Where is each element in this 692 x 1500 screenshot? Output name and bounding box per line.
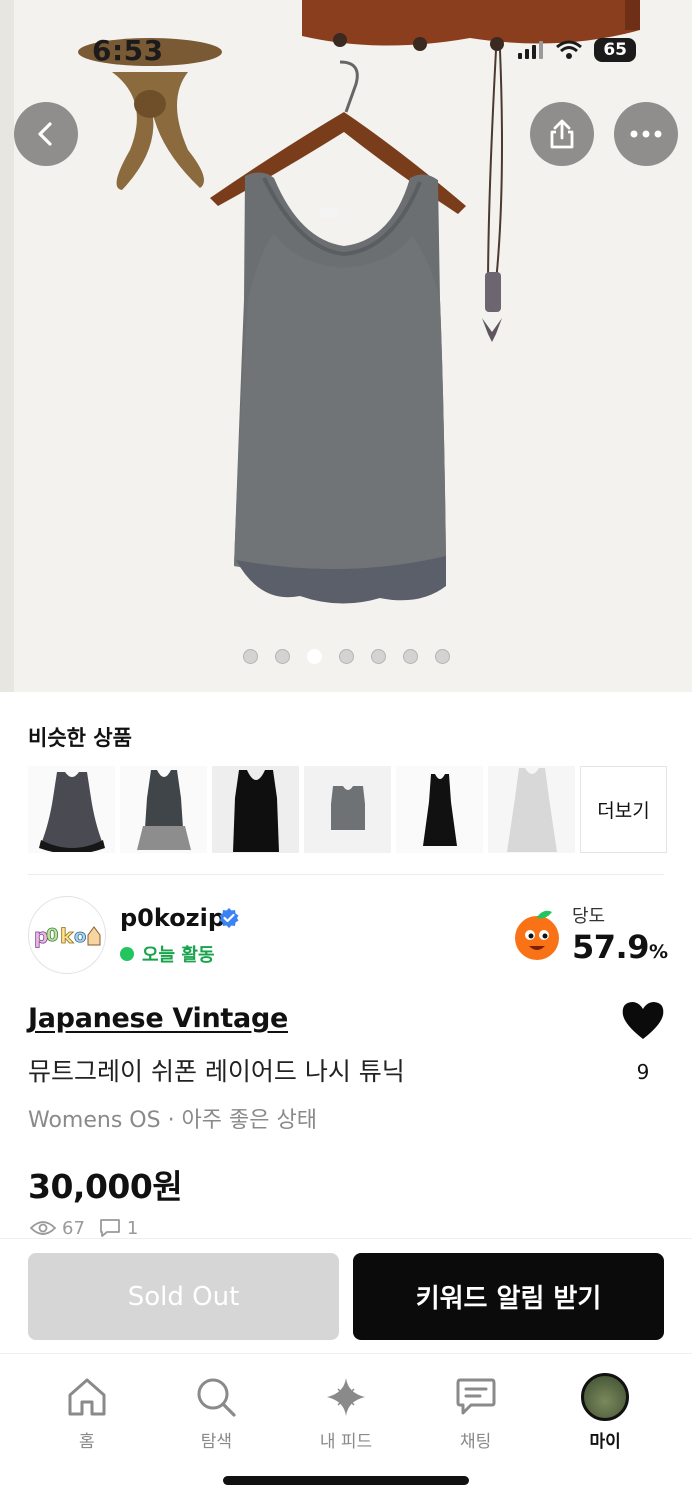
tab-label: 채팅	[459, 1432, 492, 1452]
product-thumbnail	[232, 769, 279, 852]
profile-icon	[581, 1373, 630, 1421]
svg-text:k: k	[60, 924, 74, 948]
sold-out-button[interactable]: Sold Out	[28, 1253, 339, 1340]
tab-label: 홈	[78, 1432, 95, 1452]
similar-item-6[interactable]	[488, 766, 575, 853]
view-count: 67	[62, 1218, 85, 1238]
chevron-left-icon	[38, 122, 52, 146]
product-title: 뮤트그레이 쉬폰 레이어드 나시 튜닉	[28, 1057, 405, 1086]
product-thumbnail	[422, 773, 457, 846]
product-price: 30,000원	[28, 1167, 183, 1206]
similar-products-list: 더보기	[28, 766, 667, 853]
chat-icon	[456, 1378, 496, 1415]
tab-label: 탐색	[200, 1432, 233, 1452]
seller-name[interactable]: p0kozip	[120, 904, 225, 932]
seller-logo: p 0 k o	[34, 924, 101, 948]
seller-activity-label: 오늘 활동	[142, 945, 215, 966]
battery-indicator: 65	[594, 38, 636, 62]
svg-text:0: 0	[46, 925, 59, 946]
sweetness-label: 당도	[572, 906, 606, 927]
home-icon	[68, 1378, 106, 1416]
product-thumbnail	[330, 785, 365, 830]
share-button[interactable]	[530, 102, 594, 166]
share-icon	[550, 119, 574, 149]
similar-item-2[interactable]	[120, 766, 207, 853]
more-options-button[interactable]	[614, 102, 678, 166]
carousel-indicator	[0, 649, 692, 664]
similar-item-1[interactable]	[28, 766, 115, 853]
keyword-alert-button[interactable]: 키워드 알림 받기	[353, 1253, 664, 1340]
search-icon	[197, 1378, 236, 1417]
like-count: 9	[636, 1060, 650, 1084]
wifi-icon	[556, 40, 583, 59]
status-icons: 65	[518, 38, 636, 62]
carousel-dot	[242, 649, 258, 664]
signal-icon	[518, 41, 544, 59]
like-button[interactable]	[620, 1001, 666, 1045]
sweetness-value[interactable]: 57.9%	[572, 928, 668, 966]
comment-icon	[100, 1219, 120, 1237]
carousel-dot	[338, 649, 354, 664]
carousel-dot	[274, 649, 290, 664]
seller-avatar[interactable]: p 0 k o	[28, 896, 106, 974]
back-button[interactable]	[14, 102, 78, 166]
divider	[28, 874, 664, 875]
status-bar: 6:53 65	[0, 0, 692, 100]
sparkle-icon	[326, 1378, 365, 1416]
home-indicator	[223, 1476, 469, 1485]
carousel-dot	[434, 649, 450, 664]
sweetness-unit: %	[648, 941, 668, 963]
product-meta: Womens OS · 아주 좋은 상태	[28, 1108, 317, 1133]
tab-label: 내 피드	[319, 1432, 373, 1452]
product-photo-illustration	[0, 0, 692, 692]
carousel-dot	[306, 649, 322, 664]
product-stats: 67 1	[30, 1218, 138, 1238]
similar-item-4[interactable]	[304, 766, 391, 853]
carousel-dot	[402, 649, 418, 664]
tab-my[interactable]: 마이	[550, 1373, 660, 1500]
eye-icon	[30, 1221, 56, 1235]
product-thumbnail	[38, 771, 105, 852]
sweetness-number: 57.9	[572, 928, 649, 966]
product-photo[interactable]: 6:53 65	[0, 0, 692, 692]
similar-products-title: 비슷한 상품	[28, 726, 132, 750]
status-time: 6:53	[92, 34, 164, 67]
more-horizontal-icon	[630, 130, 662, 138]
product-thumbnail	[136, 769, 191, 850]
carousel-dot	[370, 649, 386, 664]
comment-count: 1	[126, 1218, 139, 1238]
product-thumbnail	[506, 767, 557, 852]
similar-item-5[interactable]	[396, 766, 483, 853]
action-bar: Sold Out 키워드 알림 받기	[0, 1238, 692, 1354]
similar-more-button[interactable]: 더보기	[580, 766, 667, 853]
online-dot-icon	[120, 947, 134, 961]
svg-text:o: o	[74, 926, 86, 947]
tab-home[interactable]: 홈	[32, 1373, 142, 1500]
tab-label: 마이	[589, 1432, 621, 1452]
orange-mascot-icon	[515, 910, 559, 960]
similar-item-3[interactable]	[212, 766, 299, 853]
seller-activity: 오늘 활동	[120, 941, 215, 967]
verified-badge-icon	[219, 908, 239, 928]
heart-icon	[622, 1002, 664, 1039]
brand-link[interactable]: Japanese Vintage	[28, 1003, 288, 1034]
